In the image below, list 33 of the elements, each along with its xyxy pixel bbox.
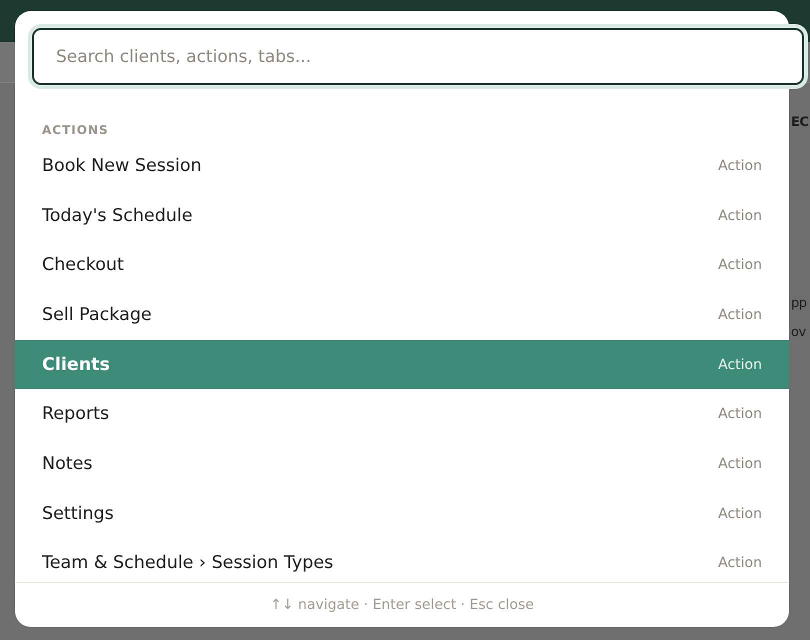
command-type: Action [718,306,762,323]
command-type: Action [718,555,762,572]
command-label: Sell Package [42,304,152,325]
section-heading: ACTIONS [42,123,110,137]
command-type: Action [718,208,762,224]
background-text: ov [791,325,806,340]
command-type: Action [718,456,762,472]
command-label: Book New Session [42,156,202,176]
command-item[interactable]: Settings Action [15,488,789,538]
command-item[interactable]: Clients Action [15,340,789,390]
command-item[interactable]: Checkout Action [15,240,789,290]
command-label: Checkout [42,255,124,276]
background-text: pp [791,296,807,311]
command-item[interactable]: Reports Action [15,389,789,440]
command-item[interactable]: Notes Action [15,439,789,489]
background-text: EC [791,115,808,130]
command-type: Action [718,406,762,422]
command-label: Notes [42,454,93,474]
command-label: Today's Schedule [42,206,193,226]
command-item[interactable]: Book New Session Action [15,141,789,191]
command-label: Settings [42,504,114,524]
command-label: Team & Schedule › Session Types [42,553,334,574]
command-label: Reports [42,404,110,424]
command-type: Action [718,158,762,174]
command-label: Clients [42,354,110,375]
command-item[interactable]: Team & Schedule › Session Types Action [15,538,789,582]
command-item[interactable]: Sell Package Action [15,290,789,340]
command-type: Action [718,356,762,373]
command-type: Action [718,257,762,274]
command-type: Action [718,506,762,522]
search-field[interactable]: Search clients, actions, tabs... [32,28,804,85]
keyboard-hints: ↑↓ navigate · Enter select · Esc close [270,597,534,613]
command-item[interactable]: Today's Schedule Action [15,190,789,240]
